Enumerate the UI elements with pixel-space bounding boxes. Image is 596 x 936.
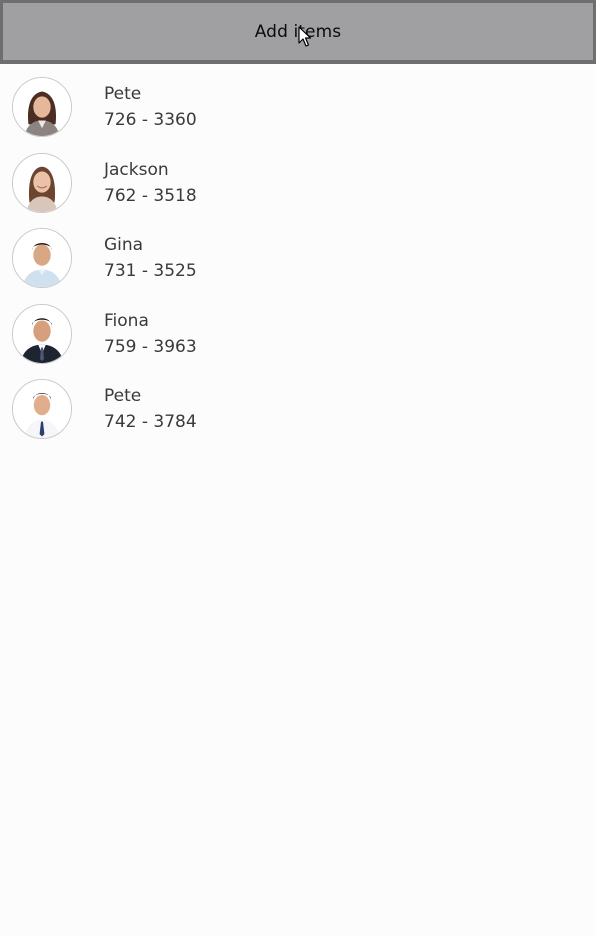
- woman-long-hair-icon: [12, 77, 72, 137]
- contact-name: Jackson: [104, 159, 169, 180]
- man-dark-suit-icon: [12, 303, 72, 364]
- contact-name: Pete: [104, 386, 142, 406]
- list-item[interactable]: Pete 726 - 3360: [0, 75, 596, 151]
- man-light-shirt-icon: [12, 228, 72, 288]
- man-tie-icon: [12, 379, 72, 439]
- list-item[interactable]: Pete 742 - 3784: [0, 377, 596, 453]
- contact-phone: 762 - 3518: [104, 185, 197, 206]
- list-item[interactable]: Gina 731 - 3525: [0, 226, 596, 302]
- contact-phone: 742 - 3784: [104, 412, 197, 432]
- contact-phone: 731 - 3525: [104, 261, 197, 281]
- add-items-button[interactable]: Add items: [0, 0, 596, 64]
- contact-phone: 759 - 3963: [104, 336, 197, 357]
- contact-list: Pete 726 - 3360 Jackson 762 - 3518 Gina …: [0, 75, 596, 453]
- list-item[interactable]: Fiona 759 - 3963: [0, 302, 596, 378]
- contact-name: Pete: [104, 84, 142, 104]
- contacts-app: Add items Pete 726 - 3360 Jackson 762 - …: [0, 0, 596, 936]
- contact-name: Fiona: [104, 310, 149, 331]
- contact-phone: 726 - 3360: [104, 110, 197, 130]
- contact-name: Gina: [104, 235, 144, 255]
- list-item[interactable]: Jackson 762 - 3518: [0, 151, 596, 227]
- woman-smiling-icon: [12, 152, 72, 213]
- add-items-label: Add items: [254, 21, 342, 42]
